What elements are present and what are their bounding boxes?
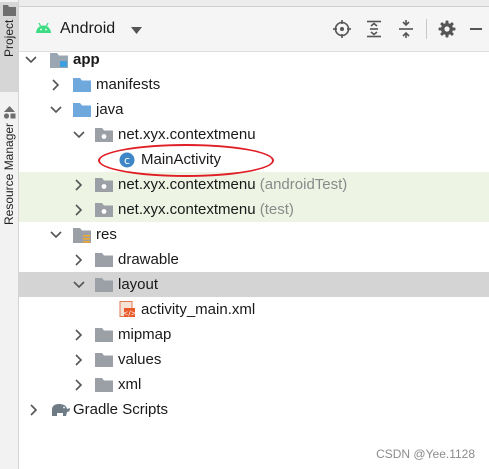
tree-label-java: java [96,101,124,118]
folder-icon [95,276,113,294]
tree-label-xml: xml [118,376,142,393]
tree-row-app[interactable]: app [19,47,489,72]
tree-label-drawable: drawable [118,251,179,268]
svg-text:</>: </> [122,310,135,318]
project-header: Android [19,7,489,52]
package-icon [95,176,113,194]
tree-row-package-android-test[interactable]: net.xyx.contextmenu (androidTest) [19,172,489,197]
folder-icon [95,251,113,269]
tree-label-values: values [118,351,162,368]
tree-row-xml[interactable]: xml [19,372,489,397]
chevron-down-icon[interactable] [50,229,62,241]
resource-manager-tab-label: Resource Manager [2,123,16,226]
header-toolbar [326,7,489,51]
tree-row-drawable[interactable]: drawable [19,247,489,272]
tree-label-mipmap: mipmap [118,326,172,343]
chevron-right-icon[interactable] [73,178,85,191]
chevron-right-icon[interactable] [50,78,62,91]
tree-row-java[interactable]: java [19,97,489,122]
test-suffix: (test) [259,201,294,218]
resource-manager-tab[interactable]: Resource Manager [0,104,18,254]
android-test-suffix: (androidTest) [259,176,348,193]
chevron-right-icon[interactable] [73,378,85,391]
android-icon [35,21,52,38]
module-folder-icon [50,51,68,69]
tree-row-res[interactable]: res [19,222,489,247]
tree-row-package-test[interactable]: net.xyx.contextmenu (test) [19,197,489,222]
chevron-down-icon[interactable] [73,279,85,291]
chevron-down-icon[interactable] [25,54,37,66]
chevron-down-icon[interactable] [73,129,85,141]
tree-label-package-main: net.xyx.contextmenu [118,126,256,143]
project-tab-label: Project [2,20,16,58]
chevron-right-icon[interactable] [73,253,85,266]
gear-icon[interactable] [431,13,463,45]
watermark: CSDN @Yee.1128 [376,447,475,461]
folder-icon [95,326,113,344]
tree-label-activity-main: activity_main.xml [141,301,256,318]
chevron-right-icon[interactable] [73,353,85,366]
editor-tabs-strip [19,0,489,7]
chevron-down-icon[interactable] [50,104,62,116]
layout-file-icon: </> [118,301,136,319]
package-icon [95,201,113,219]
annotation-ellipse [98,144,274,177]
tree-row-gradle-scripts[interactable]: Gradle Scripts [19,397,489,422]
expand-all-icon[interactable] [358,13,390,45]
chevron-down-icon [131,21,143,38]
tree-label-app: app [73,51,100,68]
shapes-icon [2,106,16,119]
view-selector[interactable]: Android [35,20,143,38]
folder-icon [95,351,113,369]
toolbar-divider [426,19,427,39]
gradle-elephant-icon [49,401,71,419]
tree-row-layout[interactable]: layout [19,272,489,297]
tree-label-manifests: manifests [96,76,161,93]
tree-row-activity-main[interactable]: </> activity_main.xml [19,297,489,322]
collapse-all-icon[interactable] [390,13,422,45]
tree-row-mipmap[interactable]: mipmap [19,322,489,347]
chevron-right-icon[interactable] [73,203,85,216]
tree-label-res: res [96,226,117,243]
project-tab[interactable]: Project [0,2,18,92]
folder-icon [73,101,91,119]
tree-label-layout: layout [118,276,159,293]
chevron-right-icon[interactable] [73,328,85,341]
package-icon [95,126,113,144]
view-selector-label: Android [60,20,116,37]
target-icon[interactable] [326,13,358,45]
folder-icon [95,376,113,394]
tree-row-values[interactable]: values [19,347,489,372]
tree-label-package-android-test: net.xyx.contextmenu (androidTest) [118,176,348,193]
tree-row-manifests[interactable]: manifests [19,72,489,97]
folder-icon [2,4,16,16]
tree-label-package-test: net.xyx.contextmenu (test) [118,201,294,218]
tool-window-stripe: Project Resource Manager [0,0,19,469]
resource-folder-icon [73,226,91,244]
folder-icon [73,76,91,94]
tree-row-package-main[interactable]: net.xyx.contextmenu [19,122,489,147]
minimize-icon[interactable] [463,13,489,45]
chevron-right-icon[interactable] [28,403,40,416]
tree-label-gradle-scripts: Gradle Scripts [73,401,169,418]
